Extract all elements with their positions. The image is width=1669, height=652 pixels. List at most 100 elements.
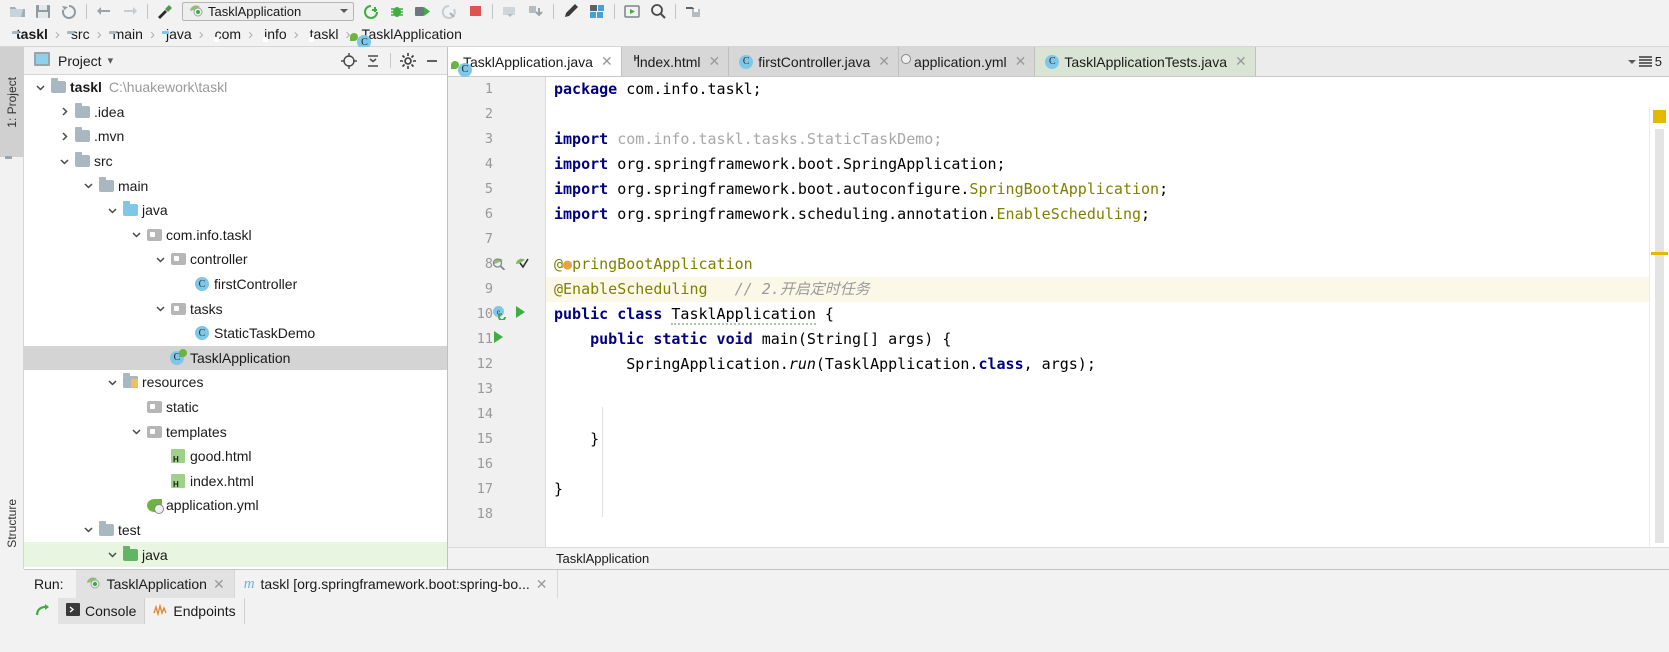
undo-icon[interactable] [91, 1, 117, 21]
settings-gear-icon[interactable] [397, 50, 419, 72]
deploy-icon[interactable] [523, 1, 549, 21]
tree-item-templates[interactable]: templates [24, 419, 447, 444]
tree-item-taskl[interactable]: taskl C:\huakework\taskl [24, 75, 447, 100]
breadcrumb-item-taskl[interactable]: taskl [306, 26, 339, 42]
code-line[interactable]: package com.info.taskl; [546, 77, 1649, 102]
gutter-line[interactable]: 10 c [448, 302, 545, 327]
locate-icon[interactable] [338, 50, 360, 72]
tree-item-controller[interactable]: controller [24, 247, 447, 272]
spring-class-gutter-icon[interactable]: c [492, 305, 507, 323]
tree-item-java[interactable]: java [24, 542, 447, 567]
sidebar-item-structure[interactable]: Structure [0, 477, 24, 569]
editor-breadcrumb[interactable]: TasklApplication [448, 547, 1669, 569]
tab-console[interactable]: Console [58, 598, 146, 624]
chevron-down-icon[interactable]: ▾ [108, 54, 114, 67]
close-icon[interactable]: ✕ [213, 576, 225, 593]
tree-item-test[interactable]: test [24, 518, 447, 543]
code-line[interactable]: import com.info.taskl.tasks.StaticTaskDe… [546, 127, 1649, 152]
tree-expander[interactable] [104, 206, 120, 215]
tree-item-src[interactable]: src [24, 149, 447, 174]
tree-expander[interactable] [152, 255, 168, 264]
run-anything-icon[interactable] [619, 1, 645, 21]
breadcrumb-item-main[interactable]: main [109, 26, 143, 42]
sync-icon[interactable] [56, 1, 82, 21]
code-line[interactable] [546, 377, 1649, 402]
redo-icon[interactable] [117, 1, 143, 21]
intention-bulb-icon[interactable]: ● [563, 255, 572, 273]
gutter-line[interactable]: 3 [448, 127, 545, 152]
close-icon[interactable]: ✕ [1235, 53, 1247, 70]
plugins-icon[interactable] [584, 1, 610, 21]
close-icon[interactable]: ✕ [1015, 53, 1027, 70]
tree-item-java[interactable]: java [24, 198, 447, 223]
hide-panel-icon[interactable] [421, 50, 443, 72]
debug-icon[interactable] [384, 1, 410, 21]
tree-expander[interactable] [104, 378, 120, 387]
rerun-icon[interactable] [28, 598, 58, 624]
tree-expander[interactable] [128, 230, 144, 239]
search-everywhere-icon[interactable] [645, 1, 671, 21]
breadcrumb-item-info[interactable]: info [260, 26, 287, 42]
save-icon[interactable] [30, 1, 56, 21]
gutter-line[interactable]: 9 [448, 277, 545, 302]
gutter-line[interactable]: 4 [448, 152, 545, 177]
tree-item--mvn[interactable]: .mvn [24, 124, 447, 149]
tree-item-statictaskdemo[interactable]: C StaticTaskDemo [24, 321, 447, 346]
breadcrumb-item-class[interactable]: C TasklApplication [350, 26, 462, 49]
build-hammer-icon[interactable] [152, 1, 178, 21]
warning-marker[interactable] [1651, 252, 1668, 255]
editor-tab-tasklapplication-java[interactable]: C TasklApplication.java ✕ [448, 47, 622, 77]
gutter-line[interactable]: 7 [448, 227, 545, 252]
code-line[interactable]: import org.springframework.boot.autoconf… [546, 177, 1649, 202]
code-line[interactable]: } [546, 427, 1649, 452]
editor-tab-strip[interactable]: C TasklApplication.java ✕ index.html ✕ Cfirst… [448, 47, 1669, 77]
code-line[interactable]: import org.springframework.boot.SpringAp… [546, 152, 1649, 177]
gutter-line[interactable]: 18 [448, 502, 545, 527]
gutter-line[interactable]: 14 [448, 402, 545, 427]
run-with-coverage-icon[interactable] [358, 1, 384, 21]
code-line[interactable]: } [546, 477, 1649, 502]
gutter-line[interactable]: 1 [448, 77, 545, 102]
tree-expander[interactable] [152, 304, 168, 313]
spring-bean-icon[interactable] [492, 255, 507, 273]
code-editor[interactable]: 1 2 3 4 5 6 7 8 9 10 c 11 12 13 14 15 16 17 18 package com… [448, 77, 1669, 569]
tree-expander[interactable] [56, 157, 72, 166]
breadcrumb-item-src[interactable]: src [67, 26, 90, 42]
tree-expander[interactable] [32, 83, 48, 92]
profile-icon[interactable] [436, 1, 462, 21]
project-tree[interactable]: taskl C:\huakework\taskl .idea .mvn src main j… [24, 75, 447, 569]
run-icon[interactable] [410, 1, 436, 21]
close-icon[interactable]: ✕ [601, 53, 613, 70]
tree-expander[interactable] [104, 550, 120, 559]
close-icon[interactable]: ✕ [878, 53, 890, 70]
gutter-line[interactable]: 6 [448, 202, 545, 227]
tree-item-good-html[interactable]: good.html [24, 444, 447, 469]
editor-tab-application-yml[interactable]: application.yml ✕ [899, 47, 1036, 76]
editor-tab-firstcontroller-java[interactable]: CfirstController.java ✕ [729, 47, 900, 76]
tree-item-com-info-taskl[interactable]: com.info.taskl [24, 223, 447, 248]
code-line[interactable]: @EnableScheduling // 2.开启定时任务 [546, 277, 1649, 302]
tree-item-resources[interactable]: resources [24, 370, 447, 395]
close-icon[interactable]: ✕ [536, 576, 548, 593]
gutter-line[interactable]: 8 [448, 252, 545, 277]
gutter-line[interactable]: 5 [448, 177, 545, 202]
code-line[interactable]: SpringApplication.run(TasklApplication.c… [546, 352, 1649, 377]
tree-item--idea[interactable]: .idea [24, 100, 447, 125]
breadcrumb-item-com[interactable]: com [211, 26, 241, 42]
tree-expander[interactable] [56, 132, 72, 141]
tree-item-static[interactable]: static [24, 395, 447, 420]
run-gutter-icon[interactable] [514, 305, 527, 322]
code-line[interactable]: public static void main(String[] args) { [546, 327, 1649, 352]
gutter-line[interactable]: 12 [448, 352, 545, 377]
code-line[interactable] [546, 102, 1649, 127]
code-line[interactable]: import org.springframework.scheduling.an… [546, 202, 1649, 227]
inspection-status-badge[interactable] [1653, 110, 1666, 123]
scrollbar-track[interactable] [1655, 129, 1664, 543]
tree-item-tasklapplication[interactable]: C TasklApplication [24, 345, 447, 371]
tree-item-tasks[interactable]: tasks [24, 296, 447, 321]
update-app-icon[interactable] [497, 1, 523, 21]
open-folder-icon[interactable] [4, 1, 30, 21]
stop-icon[interactable] [462, 1, 488, 21]
error-stripe-marker-bar[interactable] [1649, 107, 1669, 569]
code-line[interactable] [546, 227, 1649, 252]
